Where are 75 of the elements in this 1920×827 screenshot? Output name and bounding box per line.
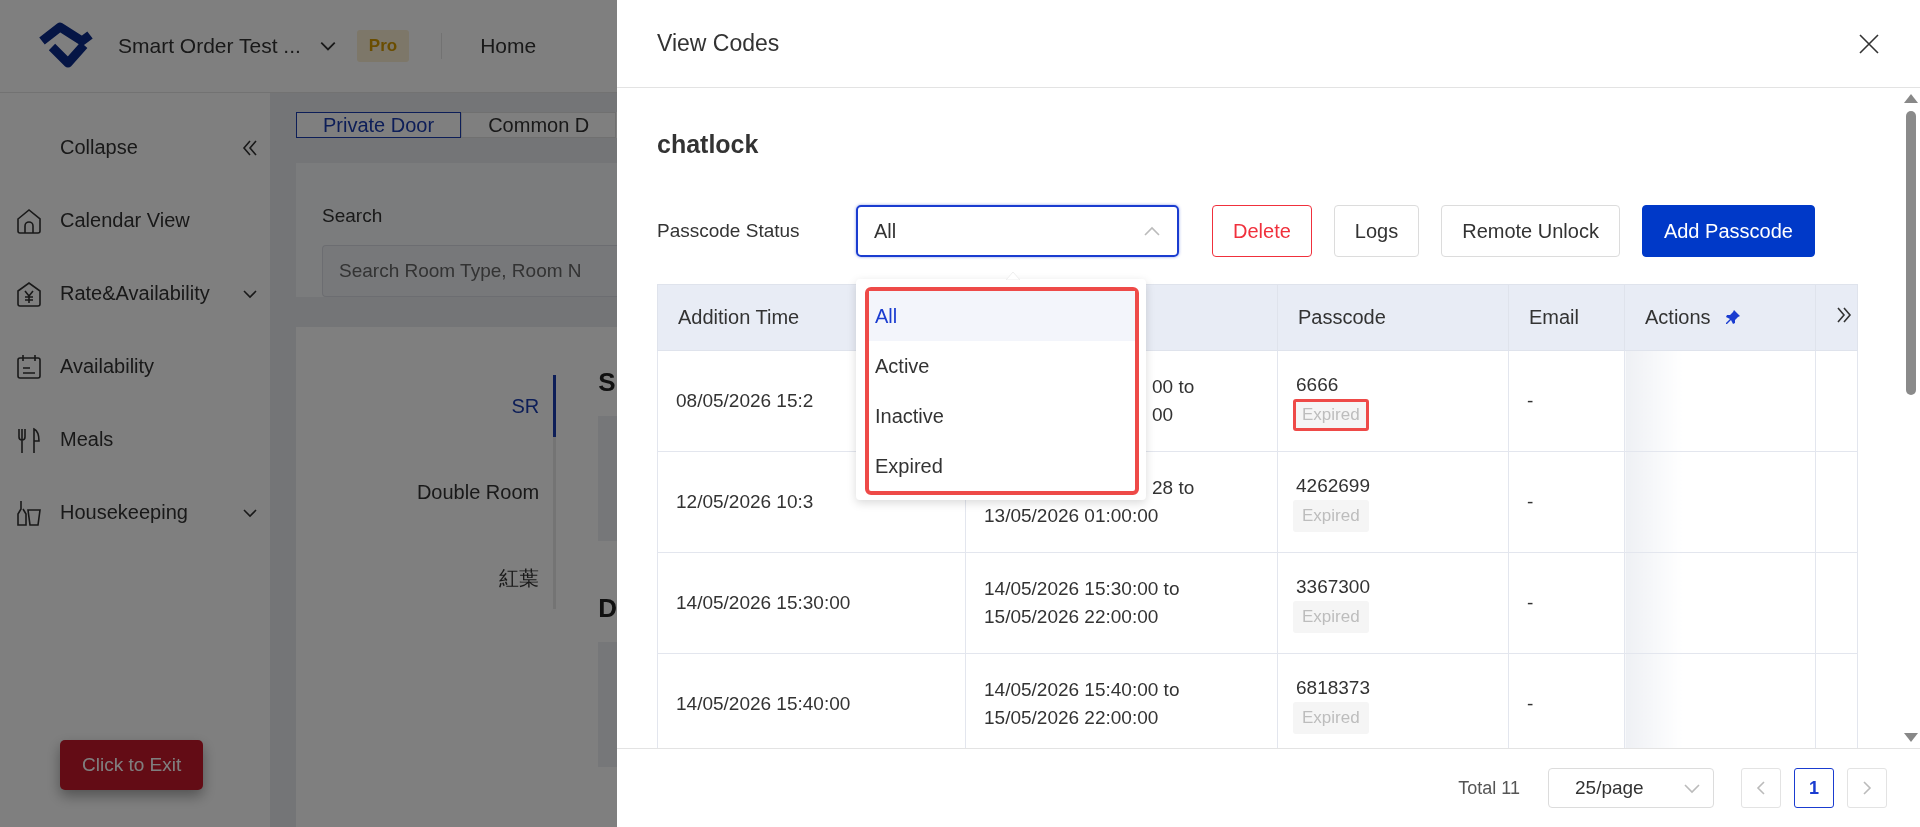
double-chevron-right-icon[interactable] bbox=[1836, 306, 1852, 324]
chevron-down-icon bbox=[242, 507, 258, 518]
column-header: Passcode bbox=[1298, 306, 1386, 328]
pin-icon[interactable] bbox=[1724, 309, 1741, 325]
delete-button[interactable]: Delete bbox=[1212, 205, 1312, 257]
section-heading: D bbox=[598, 593, 617, 624]
action-button[interactable]: Remote Unlock bbox=[1441, 205, 1620, 257]
table-cell: - bbox=[1527, 592, 1534, 614]
status-select[interactable]: All bbox=[856, 205, 1179, 257]
page-number[interactable]: 1 bbox=[1794, 768, 1834, 808]
close-icon[interactable] bbox=[1858, 32, 1880, 55]
total-count: Total 11 bbox=[1458, 777, 1520, 799]
collapse-label[interactable]: Collapse bbox=[60, 136, 242, 159]
page-size-select[interactable]: 25/page bbox=[1548, 768, 1714, 808]
chevron-down-icon[interactable] bbox=[318, 40, 337, 52]
door-tab[interactable]: Common D bbox=[461, 112, 617, 138]
sidebar-item[interactable]: Calendar View bbox=[0, 184, 270, 257]
plan-badge: Pro bbox=[356, 30, 410, 62]
hotel-name[interactable]: Smart Order Test ... bbox=[118, 34, 301, 58]
status-tag: Expired bbox=[1293, 600, 1369, 633]
drawer-title: View Codes bbox=[657, 30, 781, 57]
table-cell: 08/05/2026 15:2 bbox=[676, 390, 814, 412]
table-cell: 12/05/2026 10:3 bbox=[676, 491, 814, 513]
room-type-tab[interactable]: SR bbox=[296, 375, 557, 437]
passcode-text: 4262699 bbox=[1296, 474, 1371, 499]
dropdown-option[interactable]: Active bbox=[869, 341, 1135, 391]
table-cell-text: 15/05/2026 22:00:00 bbox=[984, 706, 1160, 730]
room-type-tab[interactable]: 紅葉 bbox=[296, 547, 557, 609]
scroll-thumb[interactable] bbox=[1905, 111, 1916, 395]
sidebar-item[interactable]: Rate&Availability bbox=[0, 257, 270, 330]
table-cell: - bbox=[1527, 491, 1534, 513]
chevron-down-icon bbox=[1683, 782, 1701, 794]
table-cell-text: 14/05/2026 15:30:00 to bbox=[984, 577, 1181, 602]
scroll-down-icon[interactable] bbox=[1903, 733, 1918, 742]
search-field[interactable]: Search Room Type, Room N bbox=[322, 245, 617, 297]
chevron-up-icon bbox=[1143, 225, 1161, 237]
filter-label: Passcode Status bbox=[657, 220, 801, 242]
table-cell: - bbox=[1527, 693, 1534, 715]
room-type-tab[interactable]: Double Room bbox=[296, 461, 557, 523]
double-chevron-left-icon[interactable] bbox=[242, 138, 258, 157]
table-cell-text: 13/05/2026 01:00:00 bbox=[984, 504, 1160, 528]
door-tab[interactable]: Private Door bbox=[296, 112, 462, 138]
passcode-text: 6666 bbox=[1296, 373, 1340, 398]
status-tag: Expired bbox=[1293, 701, 1369, 734]
table-cell-text: 28 to bbox=[1151, 476, 1196, 501]
passcode-text: 3367300 bbox=[1296, 575, 1371, 600]
nav-link[interactable]: Home bbox=[480, 34, 537, 58]
section-heading: S bbox=[598, 367, 617, 398]
add-passcode-button[interactable]: Add Passcode bbox=[1641, 205, 1815, 257]
sidebar-item[interactable]: Availability bbox=[0, 330, 270, 403]
dropdown-option[interactable]: Inactive bbox=[869, 391, 1135, 441]
sidebar-item[interactable]: Meals bbox=[0, 403, 270, 476]
passcode-text: 6818373 bbox=[1296, 676, 1371, 701]
chevron-right-icon bbox=[1862, 780, 1872, 796]
chevron-down-icon bbox=[242, 288, 258, 299]
column-header: Actions bbox=[1645, 306, 1711, 328]
table-cell: - bbox=[1527, 390, 1534, 412]
status-tag: Expired bbox=[1293, 499, 1369, 532]
lock-name: chatlock bbox=[657, 130, 760, 159]
column-header: Addition Time bbox=[678, 306, 800, 328]
exit-button[interactable]: Click to Exit bbox=[60, 740, 204, 790]
chevron-left-icon bbox=[1756, 780, 1766, 796]
search-label: Search bbox=[322, 205, 384, 227]
table-cell-text: 15/05/2026 22:00:00 bbox=[984, 605, 1160, 629]
dropdown-option[interactable]: All bbox=[869, 291, 1135, 341]
column-header: Email bbox=[1529, 306, 1579, 328]
table-cell-text: 14/05/2026 15:40:00 to bbox=[984, 678, 1181, 703]
dropdown-option[interactable]: Expired bbox=[869, 441, 1135, 491]
action-button[interactable]: Logs bbox=[1333, 205, 1420, 257]
sidebar-item[interactable]: Housekeeping bbox=[0, 476, 270, 549]
table-cell-text: 00 bbox=[1151, 403, 1175, 427]
table-cell-text: 00 to bbox=[1151, 375, 1196, 400]
table-cell: 14/05/2026 15:30:00 bbox=[676, 592, 851, 614]
table-cell: 14/05/2026 15:40:00 bbox=[676, 693, 851, 715]
status-tag: Expired bbox=[1293, 398, 1369, 431]
